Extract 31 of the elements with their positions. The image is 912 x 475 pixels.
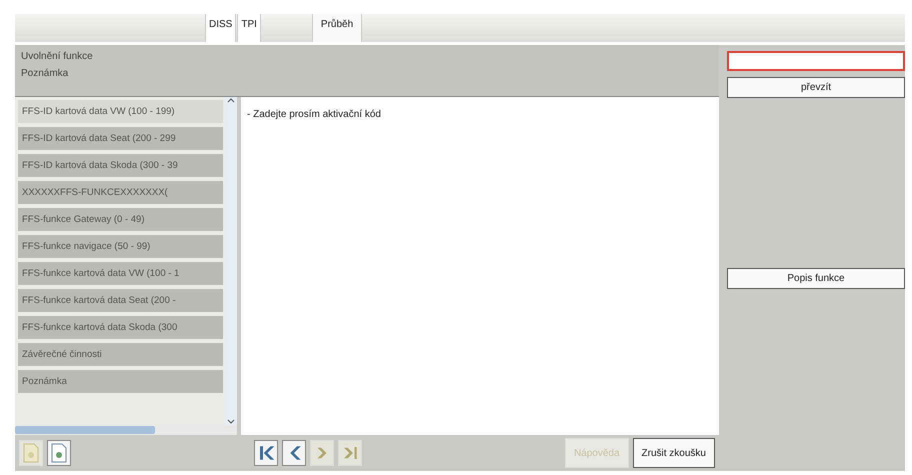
function-list-item[interactable]: Poznámka	[18, 370, 223, 393]
function-list-item[interactable]: FFS-funkce navigace (50 - 99)	[18, 235, 223, 258]
function-list-item[interactable]: FFS-ID kartová data VW (100 - 199)	[18, 100, 223, 123]
function-list-item[interactable]: FFS-ID kartová data Seat (200 - 299	[18, 127, 223, 150]
vertical-scrollbar[interactable]	[225, 97, 237, 425]
function-list-item[interactable]: FFS-funkce kartová data Seat (200 -	[18, 289, 223, 312]
navigation-button[interactable]	[282, 440, 306, 466]
cancel-test-button[interactable]: Zrušit zkoušku	[632, 438, 715, 468]
navigation-button[interactable]	[254, 440, 278, 466]
scroll-down-icon[interactable]	[227, 419, 235, 425]
take-over-button[interactable]: převzít	[727, 77, 905, 98]
function-description-button[interactable]: Popis funkce	[727, 268, 905, 289]
chevron-icon	[341, 444, 359, 462]
document-icon	[23, 443, 39, 463]
header-title: Uvolnění funkce	[21, 51, 94, 62]
function-list-item[interactable]: FFS-funkce kartová data Skoda (300	[18, 316, 223, 339]
tab[interactable]: DISS	[205, 14, 236, 42]
header-subtitle: Poznámka	[21, 68, 70, 79]
tab[interactable]: TPI	[237, 14, 261, 42]
message-text: - Zadejte prosím aktivační kód	[247, 109, 382, 120]
scroll-up-icon[interactable]	[227, 97, 235, 103]
document-icon	[51, 443, 67, 463]
tab[interactable]: Průběh	[312, 14, 362, 42]
activation-code-field[interactable]	[727, 51, 905, 71]
function-list-item[interactable]: XXXXXXFFS-FUNKCEXXXXXXX(	[18, 181, 223, 204]
chevron-icon	[257, 444, 275, 462]
function-list-item[interactable]: FFS-funkce Gateway (0 - 49)	[18, 208, 223, 231]
function-list-item[interactable]: Závěrečné činnosti	[18, 343, 223, 366]
function-list-item[interactable]: FFS-funkce kartová data VW (100 - 1	[18, 262, 223, 285]
document-button[interactable]	[47, 440, 71, 466]
function-list-item[interactable]: FFS-ID kartová data Skoda (300 - 39	[18, 154, 223, 177]
